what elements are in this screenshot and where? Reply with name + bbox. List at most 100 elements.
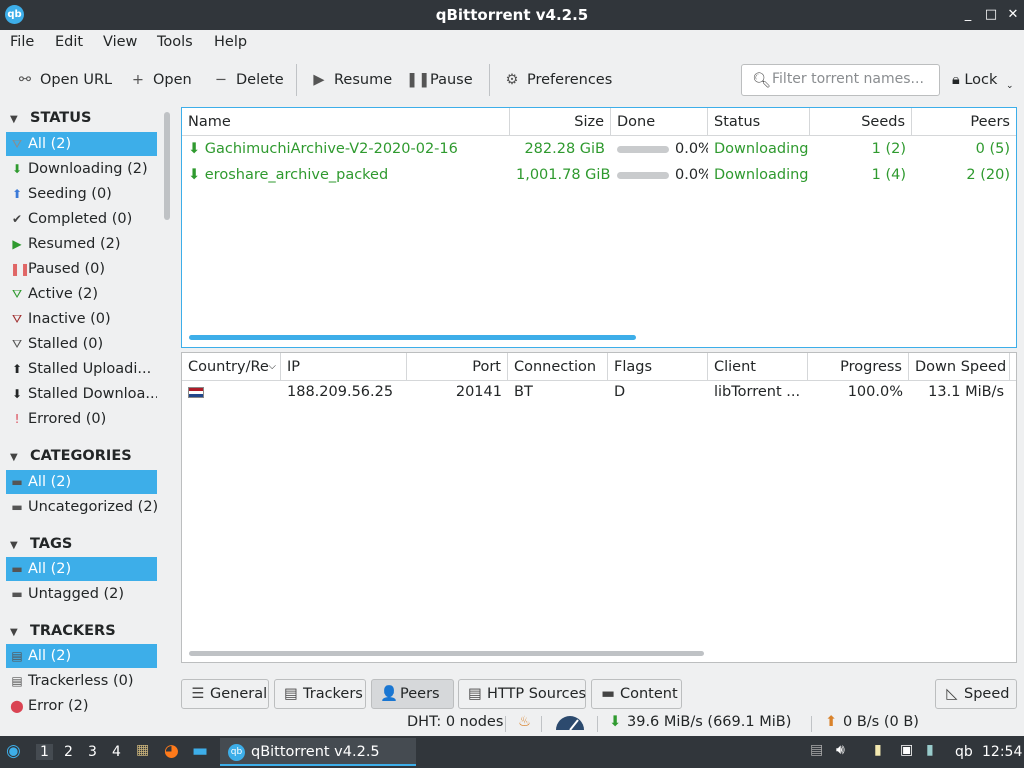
speed-button[interactable]: ◺ Speed bbox=[935, 679, 1017, 709]
filter-torrent-input-box[interactable]: 🔍︎ bbox=[741, 64, 940, 96]
upload-speed-status[interactable]: 0 B/s (0 B) bbox=[843, 714, 919, 730]
status-item-all[interactable]: ⛛ All (2) bbox=[6, 132, 157, 156]
speed-limit-icon[interactable] bbox=[554, 712, 586, 736]
status-item-errored[interactable]: ! Errored (0) bbox=[6, 407, 157, 431]
column-header-down-speed[interactable]: Down Speed bbox=[909, 353, 1010, 381]
torrent-table-header: Name Size Done Status Seeds Peers bbox=[182, 108, 1016, 136]
torrent-status-cell: Downloading bbox=[714, 167, 809, 183]
start-menu-icon[interactable]: ◉ bbox=[6, 741, 21, 761]
column-header-peers[interactable]: Peers bbox=[912, 108, 1016, 136]
menu-tools[interactable]: Tools bbox=[157, 34, 193, 50]
menu-bar: File Edit View Tools Help bbox=[0, 30, 1024, 56]
workspace-2[interactable]: 2 bbox=[64, 744, 73, 760]
column-header-name[interactable]: Name bbox=[182, 108, 510, 136]
category-item-uncategorized[interactable]: ▬ Uncategorized (2) bbox=[6, 495, 157, 519]
chart-icon: ◺ bbox=[946, 686, 958, 702]
tag-item-all[interactable]: ▬ All (2) bbox=[6, 557, 157, 581]
clock[interactable]: 12:54 bbox=[982, 744, 1022, 760]
network-icon[interactable]: ▣ bbox=[900, 742, 913, 758]
sidebar-scrollbar[interactable] bbox=[164, 112, 170, 220]
filter-icon: ⛛ bbox=[11, 312, 23, 326]
status-item-inactive[interactable]: ⛛ Inactive (0) bbox=[6, 307, 157, 331]
menu-file[interactable]: File bbox=[10, 34, 34, 50]
torrent-name-cell: ⬇ GachimuchiArchive-V2-2020-02-16 bbox=[188, 141, 458, 157]
status-item-stalled-downloading[interactable]: ⬇ Stalled Downloa... bbox=[6, 382, 157, 406]
workspace-4[interactable]: 4 bbox=[112, 744, 121, 760]
menu-help[interactable]: Help bbox=[214, 34, 247, 50]
column-header-port[interactable]: Port bbox=[407, 353, 508, 381]
tracker-item-error[interactable]: ⬤ Error (2) bbox=[6, 694, 157, 714]
menu-edit[interactable]: Edit bbox=[55, 34, 83, 50]
column-header-ip[interactable]: IP bbox=[281, 353, 407, 381]
firefox-icon[interactable]: ◕ bbox=[164, 741, 179, 761]
trackers-section-header[interactable]: ▼ TRACKERS bbox=[10, 620, 116, 642]
minimize-button[interactable]: _ bbox=[960, 7, 976, 23]
volume-icon[interactable]: 🔊︎ bbox=[836, 742, 845, 758]
table-row[interactable]: ⬇ eroshare_archive_packed 1,001.78 GiB 0.0… bbox=[182, 162, 1016, 188]
download-speed-status[interactable]: 39.6 MiB/s (669.1 MiB) bbox=[627, 714, 791, 730]
preferences-button[interactable]: ⚙ Preferences bbox=[503, 68, 613, 92]
peers-list-horizontal-scrollbar[interactable] bbox=[189, 651, 704, 656]
column-header-flags[interactable]: Flags bbox=[608, 353, 708, 381]
status-item-downloading[interactable]: ⬇ Downloading (2) bbox=[6, 157, 157, 181]
delete-button[interactable]: − Delete bbox=[212, 68, 284, 92]
tab-peers[interactable]: 👤 Peers bbox=[371, 679, 454, 709]
tab-http-sources[interactable]: ▤ HTTP Sources bbox=[458, 679, 586, 709]
upload-icon: ⬆ bbox=[11, 187, 23, 201]
status-separator bbox=[505, 716, 506, 732]
tracker-item-trackerless[interactable]: ▤ Trackerless (0) bbox=[6, 669, 157, 693]
torrent-seeds-cell: 1 (4) bbox=[871, 167, 906, 183]
torrent-peers-cell: 0 (5) bbox=[975, 141, 1010, 157]
notification-icon[interactable]: ▮ bbox=[926, 742, 934, 758]
status-item-paused[interactable]: ❚❚Paused (0) bbox=[6, 257, 157, 281]
connection-status-icon[interactable]: ♨ bbox=[518, 714, 531, 730]
workspace-3[interactable]: 3 bbox=[88, 744, 97, 760]
file-manager-icon[interactable]: ▦ bbox=[136, 742, 149, 758]
filter-torrent-input[interactable] bbox=[772, 71, 932, 87]
column-header-done[interactable]: Done bbox=[611, 108, 708, 136]
tracker-item-all[interactable]: ▤ All (2) bbox=[6, 644, 157, 668]
tab-content[interactable]: ▬ Content bbox=[591, 679, 682, 709]
tags-section-header[interactable]: ▼ TAGS bbox=[10, 533, 72, 555]
notes-icon[interactable]: ▮ bbox=[874, 742, 882, 758]
close-button[interactable]: ✕ bbox=[1005, 7, 1021, 23]
categories-section-header[interactable]: ▼ CATEGORIES bbox=[10, 445, 132, 467]
table-row[interactable]: 188.209.56.25 20141 BT D libTorrent ... … bbox=[182, 379, 1016, 405]
column-header-country[interactable]: Country/Re ⌵ bbox=[182, 353, 281, 381]
tab-trackers[interactable]: ▤ Trackers bbox=[274, 679, 366, 709]
status-item-resumed[interactable]: ▶ Resumed (2) bbox=[6, 232, 157, 256]
server-icon: ▤ bbox=[468, 686, 482, 702]
upload-icon: ⬆ bbox=[11, 362, 23, 376]
column-header-client[interactable]: Client bbox=[708, 353, 808, 381]
status-item-seeding[interactable]: ⬆ Seeding (0) bbox=[6, 182, 157, 206]
tray-qbittorrent-icon[interactable]: qb bbox=[955, 744, 973, 760]
desktop-icon[interactable]: ▬ bbox=[192, 741, 208, 761]
tab-general[interactable]: ☰ General bbox=[181, 679, 269, 709]
menu-view[interactable]: View bbox=[103, 34, 137, 50]
status-item-active[interactable]: ⛛ Active (2) bbox=[6, 282, 157, 306]
column-header-connection[interactable]: Connection bbox=[508, 353, 608, 381]
resume-button[interactable]: ▶ Resume bbox=[310, 68, 392, 92]
tag-item-untagged[interactable]: ▬ Untagged (2) bbox=[6, 582, 157, 606]
column-header-status[interactable]: Status bbox=[708, 108, 810, 136]
open-button[interactable]: + Open bbox=[129, 68, 192, 92]
open-url-button[interactable]: ⚯ Open URL bbox=[16, 68, 112, 92]
lock-button[interactable]: 🔒︎ Lock ⌄ bbox=[952, 68, 1014, 92]
column-header-size[interactable]: Size bbox=[510, 108, 611, 136]
column-header-seeds[interactable]: Seeds bbox=[810, 108, 912, 136]
status-section-header[interactable]: ▼ STATUS bbox=[10, 107, 91, 129]
category-item-all[interactable]: ▬ All (2) bbox=[6, 470, 157, 494]
column-header-progress[interactable]: Progress bbox=[808, 353, 909, 381]
table-row[interactable]: ⬇ GachimuchiArchive-V2-2020-02-16 282.28 … bbox=[182, 136, 1016, 162]
pause-button[interactable]: ❚❚Pause bbox=[406, 68, 473, 92]
torrent-done-cell: 0.0% bbox=[611, 162, 708, 188]
taskbar-task-qbittorrent[interactable]: qb qBittorrent v4.2.5 bbox=[220, 738, 416, 766]
status-item-stalled-uploading[interactable]: ⬆ Stalled Uploadi... bbox=[6, 357, 157, 381]
workspace-1[interactable]: 1 bbox=[36, 744, 53, 760]
status-item-completed[interactable]: ✔ Completed (0) bbox=[6, 207, 157, 231]
toolbar-separator bbox=[489, 64, 490, 96]
clipboard-icon[interactable]: ▤ bbox=[810, 742, 823, 758]
torrent-list-horizontal-scrollbar[interactable] bbox=[189, 335, 636, 340]
status-item-stalled[interactable]: ⛛ Stalled (0) bbox=[6, 332, 157, 356]
maximize-button[interactable]: □ bbox=[983, 7, 999, 23]
